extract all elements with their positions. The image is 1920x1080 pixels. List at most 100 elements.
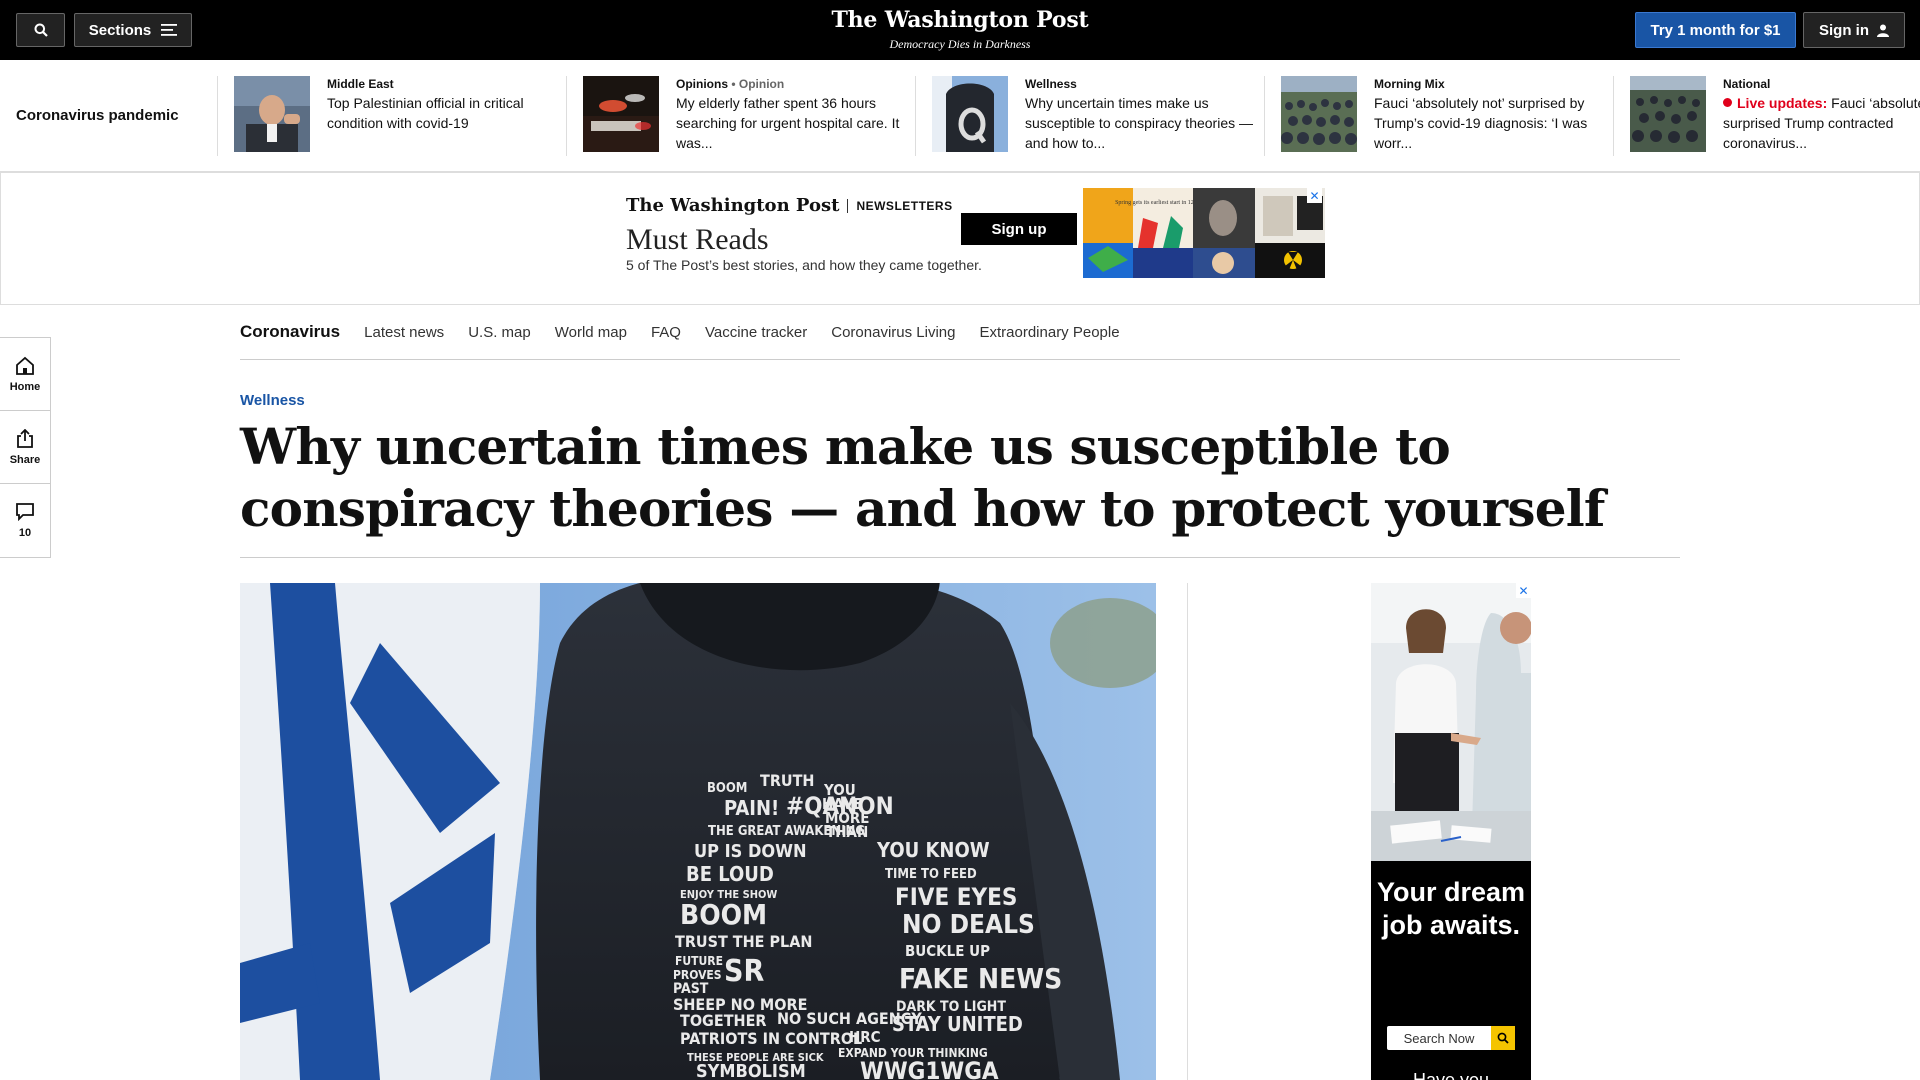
- share-label: Share: [9, 453, 41, 466]
- hero-word: TOGETHER: [680, 1011, 767, 1030]
- share-button[interactable]: Share: [0, 411, 50, 484]
- strip-headline[interactable]: Fauci ‘absolutely not’ surprised by Trum…: [1374, 93, 1604, 153]
- column-divider: [1187, 583, 1188, 1080]
- live-updates-label: Live updates:: [1737, 95, 1828, 111]
- hero-word: WWG1WGA: [860, 1057, 999, 1080]
- hero-word: STAY UNITED: [892, 1012, 1023, 1036]
- headline-divider: [240, 557, 1680, 558]
- sign-in-button[interactable]: Sign in: [1803, 12, 1905, 48]
- home-button[interactable]: Home: [0, 338, 50, 411]
- hero-word: NO DEALS: [902, 910, 1035, 940]
- divider: [847, 198, 849, 213]
- search-button[interactable]: [16, 13, 65, 47]
- strip-label[interactable]: Coronavirus pandemic: [16, 107, 179, 124]
- ad-search-box[interactable]: Search Now: [1387, 1026, 1515, 1050]
- sign-in-label: Sign in: [1819, 21, 1869, 39]
- hero-word: BOOM: [707, 781, 747, 796]
- ad-search-button[interactable]: [1491, 1026, 1515, 1050]
- menu-icon: [161, 24, 178, 36]
- hero-image: TRUTH BOOM YOU PAIN! #QANON HAVE MORE TH…: [240, 583, 1156, 1080]
- strip-item[interactable]: Middle East Top Palestinian official in …: [217, 76, 567, 156]
- newsletter-logo-name: The Washington Post: [626, 195, 840, 216]
- strip-headline[interactable]: Top Palestinian official in critical con…: [327, 93, 557, 133]
- hero-word: SYMBOLISM: [696, 1061, 806, 1080]
- newsletter-tag: NEWSLETTERS: [856, 198, 953, 213]
- section-nav-coronavirus-living[interactable]: Coronavirus Living: [831, 324, 955, 341]
- newsletter-subtitle: 5 of The Post’s best stories, and how th…: [626, 257, 982, 273]
- article-headline: Why uncertain times make us susceptible …: [240, 417, 1605, 538]
- section-nav-coronavirus[interactable]: Coronavirus: [240, 322, 340, 342]
- strip-kicker[interactable]: Opinions: [676, 77, 728, 91]
- hero-word: PATRIOTS IN CONTROL: [680, 1029, 862, 1048]
- hero-word: HRC: [849, 1028, 881, 1046]
- newsletter-collage: Spring gets its earliest start in 123 ye…: [1083, 188, 1325, 278]
- site-logo[interactable]: The Washington Post Democracy Dies in Da…: [831, 7, 1088, 52]
- hero-word: FAKE NEWS: [899, 962, 1062, 995]
- article-kicker[interactable]: Wellness: [240, 392, 305, 409]
- strip-item[interactable]: Morning Mix Fauci ‘absolutely not’ surpr…: [1264, 76, 1614, 156]
- user-icon: [1877, 24, 1889, 37]
- top-bar: Sections The Washington Post Democracy D…: [0, 0, 1920, 60]
- search-icon: [34, 23, 48, 37]
- job-ad[interactable]: Your dream job awaits. Search Now Have y…: [1371, 583, 1531, 1080]
- comments-button[interactable]: 10: [0, 484, 50, 557]
- strip-item[interactable]: Wellness Why uncertain times make us sus…: [915, 76, 1265, 156]
- hero-word: PAIN!: [724, 796, 779, 820]
- strip-thumbnail[interactable]: [932, 76, 1008, 152]
- strip-headline[interactable]: My elderly father spent 36 hours searchi…: [676, 93, 906, 153]
- section-nav-us-map[interactable]: U.S. map: [468, 324, 531, 341]
- home-icon: [16, 356, 34, 375]
- strip-headline[interactable]: Why uncertain times make us susceptible …: [1025, 93, 1255, 153]
- left-rail: Home Share 10: [0, 337, 51, 558]
- strip-kicker[interactable]: Wellness: [1025, 76, 1255, 92]
- strip-thumbnail[interactable]: [1281, 76, 1357, 152]
- strip-thumbnail[interactable]: [583, 76, 659, 152]
- newsletter-title: Must Reads: [626, 223, 769, 256]
- strip-headline[interactable]: Live updates: Fauci ‘absolutely not’ sur…: [1723, 93, 1920, 153]
- subscribe-button[interactable]: Try 1 month for $1: [1635, 12, 1796, 48]
- hero-word: TRUTH: [760, 771, 814, 790]
- search-icon: [1497, 1032, 1509, 1044]
- hero-word: TIME TO FEED: [885, 867, 977, 882]
- newsletter-banner[interactable]: The Washington Post NEWSLETTERS Must Rea…: [0, 172, 1920, 305]
- section-nav-world-map[interactable]: World map: [555, 324, 627, 341]
- strip-thumbnail[interactable]: [1630, 76, 1706, 152]
- section-nav-extraordinary-people[interactable]: Extraordinary People: [979, 324, 1119, 341]
- strip-thumbnail[interactable]: [234, 76, 310, 152]
- hero-word: FUTURE: [675, 954, 723, 968]
- logo-name: The Washington Post: [831, 7, 1089, 33]
- ad-photo: [1371, 583, 1531, 861]
- strip-kicker[interactable]: National: [1723, 76, 1920, 92]
- ad-headline: Your dream job awaits.: [1376, 877, 1526, 940]
- close-ad-icon[interactable]: ✕: [1307, 188, 1322, 203]
- section-nav: Coronavirus Latest news U.S. map World m…: [240, 305, 1680, 360]
- logo-tagline: Democracy Dies in Darkness: [889, 37, 1031, 51]
- hero-word: PROVES: [673, 968, 722, 982]
- hero-word: FIVE EYES: [895, 883, 1017, 911]
- section-nav-vaccine-tracker[interactable]: Vaccine tracker: [705, 324, 807, 341]
- strip-item[interactable]: Opinions • Opinion My elderly father spe…: [566, 76, 916, 156]
- sections-label: Sections: [88, 21, 152, 39]
- comments-count: 10: [18, 527, 32, 539]
- hero-word: SR: [724, 954, 764, 989]
- hero-word: TRUST THE PLAN: [675, 932, 812, 951]
- sections-button[interactable]: Sections: [74, 13, 192, 47]
- strip-item[interactable]: National Live updates: Fauci ‘absolutely…: [1613, 76, 1920, 156]
- strip-kicker[interactable]: Middle East: [327, 76, 557, 92]
- newsletter-logo: The Washington Post NEWSLETTERS: [626, 195, 953, 216]
- hero-word: YOU KNOW: [876, 838, 990, 862]
- section-nav-latest-news[interactable]: Latest news: [364, 324, 444, 341]
- close-ad-icon[interactable]: ✕: [1516, 583, 1531, 598]
- strip-kicker[interactable]: Morning Mix: [1374, 76, 1604, 92]
- live-dot-icon: [1723, 98, 1732, 107]
- ad-more-text: Have you: [1412, 1070, 1490, 1080]
- share-icon: [17, 428, 33, 448]
- ad-search-input[interactable]: Search Now: [1387, 1031, 1491, 1046]
- home-label: Home: [9, 380, 41, 393]
- comment-icon: [16, 503, 34, 521]
- section-nav-faq[interactable]: FAQ: [651, 324, 681, 341]
- hero-word: BUCKLE UP: [905, 942, 990, 960]
- newsletter-signup-button[interactable]: Sign up: [961, 213, 1077, 245]
- hero-word: BOOM: [680, 898, 767, 931]
- hero-word: UP IS DOWN: [694, 841, 807, 862]
